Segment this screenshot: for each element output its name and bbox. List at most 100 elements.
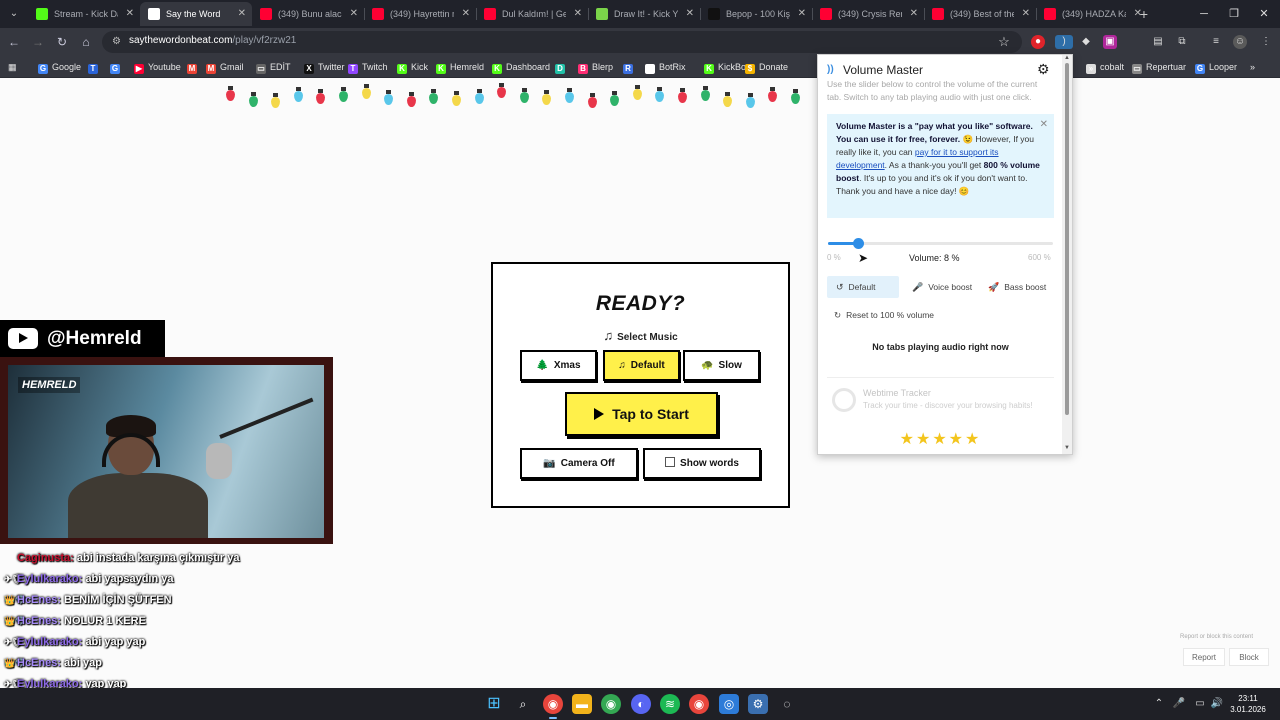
bookmark-item[interactable]: T Twitch bbox=[348, 59, 388, 75]
chrome-icon[interactable]: ◉ bbox=[543, 694, 563, 719]
bookmark-item[interactable]: K Dashboard bbox=[492, 59, 550, 75]
bookmark-item[interactable]: X Twitter bbox=[304, 59, 345, 75]
tab-search-icon[interactable]: ⌄ bbox=[6, 6, 22, 22]
browser-tab[interactable]: (349) Hayrettin m ✕ bbox=[364, 2, 476, 26]
address-bar[interactable]: ⚙ saythewordonbeat.com/play/vf2rzw21 bbox=[102, 31, 1022, 53]
mode-default-button[interactable]: ↺ Default bbox=[827, 276, 899, 298]
browser-tab[interactable]: (349) HADZA Kab✕ bbox=[1036, 2, 1148, 26]
mode-voice-boost-button[interactable]: 🎤 Voice boost bbox=[903, 276, 979, 298]
extensions-puzzle-icon[interactable]: ⧉ bbox=[1175, 35, 1189, 49]
show-words-toggle[interactable]: Show words bbox=[643, 448, 761, 479]
bookmark-item[interactable]: K Kick bbox=[397, 59, 428, 75]
browser-tab[interactable]: Bepop - 100 Kişi ✕ bbox=[700, 2, 812, 26]
select-music-label[interactable]: ♫ Select Music bbox=[493, 328, 788, 343]
music-option-default[interactable]: ♫ Default bbox=[603, 350, 680, 381]
bookmark-item[interactable]: $ Donate bbox=[745, 59, 788, 75]
bookmark-item[interactable]: ▶ Youtube bbox=[134, 59, 181, 75]
more-bookmarks-icon[interactable]: » bbox=[1250, 59, 1255, 75]
bookmark-item[interactable]: T bbox=[88, 59, 102, 75]
new-tab-button[interactable]: + bbox=[1136, 4, 1152, 24]
obs-icon[interactable]: ◌ bbox=[777, 694, 797, 714]
rating-stars[interactable]: ★★★★★ bbox=[818, 429, 1063, 449]
popup-scrollbar[interactable]: ▲ ▼ bbox=[1062, 55, 1072, 454]
scroll-down-icon[interactable]: ▼ bbox=[1063, 445, 1071, 451]
tab-close-icon[interactable]: ✕ bbox=[1022, 2, 1030, 26]
music-option-slow[interactable]: 🐢 Slow bbox=[683, 350, 760, 381]
reload-icon[interactable]: ↻ bbox=[54, 34, 70, 50]
restore-icon[interactable]: ❐ bbox=[1226, 4, 1242, 24]
tab-close-icon[interactable]: ✕ bbox=[350, 2, 358, 26]
browser-tab[interactable]: Dul Kaldım! | Ge ✕ bbox=[476, 2, 588, 26]
chrome-alt-icon[interactable]: ◉ bbox=[689, 694, 709, 714]
bookmark-item[interactable]: M Gmail bbox=[206, 59, 244, 75]
browser-tab[interactable]: (349) Bunu alacar ✕ bbox=[252, 2, 364, 26]
tray-network-icon[interactable]: ▭ bbox=[1193, 696, 1207, 712]
bookmark-item[interactable]: K Hemreld bbox=[436, 59, 484, 75]
browser-tab[interactable]: Stream - Kick Da ✕ bbox=[28, 2, 140, 26]
chrome-profile-icon[interactable]: ◉ bbox=[601, 694, 621, 714]
camera-off-button[interactable]: 📷 Camera Off bbox=[520, 448, 638, 479]
tab-close-icon[interactable]: ✕ bbox=[910, 2, 918, 26]
spotify-icon[interactable]: ≋ bbox=[660, 694, 680, 714]
forward-icon[interactable]: → bbox=[30, 34, 46, 50]
reading-list-icon[interactable]: ≡ bbox=[1209, 35, 1223, 49]
block-button[interactable]: Block bbox=[1229, 648, 1269, 666]
bookmark-item[interactable]: B Blerp bbox=[578, 59, 613, 75]
browser-tab[interactable]: Say the Word ✕ bbox=[140, 2, 252, 26]
volume-slider-handle[interactable] bbox=[853, 238, 864, 249]
checkbox-icon[interactable] bbox=[665, 457, 676, 467]
extension-diamond-icon[interactable]: ◆ bbox=[1079, 35, 1093, 49]
extension-pink-icon[interactable]: ▣ bbox=[1103, 35, 1117, 49]
webtime-tracker-name[interactable]: Webtime Tracker bbox=[863, 388, 931, 398]
bookmark-item[interactable]: D bbox=[555, 59, 569, 75]
discord-icon[interactable]: ◐ bbox=[631, 694, 651, 714]
app-blue-icon[interactable]: ◎ bbox=[719, 694, 739, 714]
report-button[interactable]: Report bbox=[1183, 648, 1225, 666]
tab-close-icon[interactable]: ✕ bbox=[574, 2, 582, 26]
tray-chevron-icon[interactable]: ⌃ bbox=[1152, 696, 1166, 712]
apps-grid-icon[interactable]: ▦ bbox=[8, 59, 17, 75]
browser-tab[interactable]: Draw It! - Kick Ya ✕ bbox=[588, 2, 700, 26]
bookmark-item[interactable]: ◆ BotRix bbox=[645, 59, 686, 75]
bookmark-star-icon[interactable]: ☆ bbox=[997, 35, 1011, 49]
windows-start-icon[interactable]: ⊞ bbox=[484, 694, 504, 714]
settings-gear-icon[interactable]: ⚙ bbox=[1037, 62, 1051, 76]
webtime-tracker-icon[interactable] bbox=[832, 388, 856, 412]
scroll-up-icon[interactable]: ▲ bbox=[1063, 55, 1071, 61]
steam-icon[interactable]: ⚙ bbox=[748, 694, 768, 714]
reset-volume-button[interactable]: ↻ Reset to 100 % volume bbox=[834, 310, 934, 321]
bookmark-item[interactable]: » cobalt bbox=[1086, 59, 1124, 75]
bookmark-item[interactable]: R bbox=[623, 59, 637, 75]
close-window-icon[interactable]: ✕ bbox=[1256, 4, 1272, 24]
music-option-xmas[interactable]: 🌲 Xmas bbox=[520, 350, 597, 381]
tab-close-icon[interactable]: ✕ bbox=[126, 2, 134, 26]
minimize-icon[interactable]: ─ bbox=[1196, 4, 1212, 24]
bookmark-item[interactable]: G Google bbox=[38, 59, 81, 75]
browser-tab[interactable]: (349) Best of the ✕ bbox=[924, 2, 1036, 26]
bookmark-item[interactable]: G bbox=[110, 59, 124, 75]
bookmark-item[interactable]: M bbox=[187, 59, 201, 75]
tab-close-icon[interactable]: ✕ bbox=[462, 2, 470, 26]
mode-bass-boost-button[interactable]: 🚀 Bass boost bbox=[979, 276, 1055, 298]
tray-mic-icon[interactable]: 🎤 bbox=[1172, 696, 1186, 712]
tab-close-icon[interactable]: ✕ bbox=[238, 2, 246, 26]
taskbar-clock[interactable]: 23:11 3.01.2026 bbox=[1226, 693, 1270, 715]
site-info-icon[interactable]: ⚙ bbox=[112, 36, 124, 48]
tab-close-icon[interactable]: ✕ bbox=[798, 2, 806, 26]
bookmark-item[interactable]: ▭ Repertuar bbox=[1132, 59, 1186, 75]
media-icon[interactable]: ▤ bbox=[1151, 35, 1165, 49]
tap-to-start-button[interactable]: Tap to Start bbox=[565, 392, 718, 436]
menu-kebab-icon[interactable]: ⋮ bbox=[1259, 35, 1273, 49]
profile-avatar[interactable]: ☺ bbox=[1233, 35, 1247, 49]
search-icon[interactable]: ⌕ bbox=[513, 694, 533, 714]
scrollbar-thumb[interactable] bbox=[1065, 63, 1069, 415]
extension-red-icon[interactable]: ● bbox=[1031, 35, 1045, 49]
home-icon[interactable]: ⌂ bbox=[78, 34, 94, 50]
file-explorer-icon[interactable]: ▬ bbox=[572, 694, 592, 714]
back-icon[interactable]: ← bbox=[6, 34, 22, 50]
notice-close-icon[interactable]: ✕ bbox=[1040, 118, 1048, 131]
tray-volume-icon[interactable]: 🔊 bbox=[1210, 696, 1224, 712]
browser-tab[interactable]: (349) Crysis Rem ✕ bbox=[812, 2, 924, 26]
bookmark-item[interactable]: ▭ EDİT bbox=[256, 59, 291, 75]
tab-close-icon[interactable]: ✕ bbox=[686, 2, 694, 26]
